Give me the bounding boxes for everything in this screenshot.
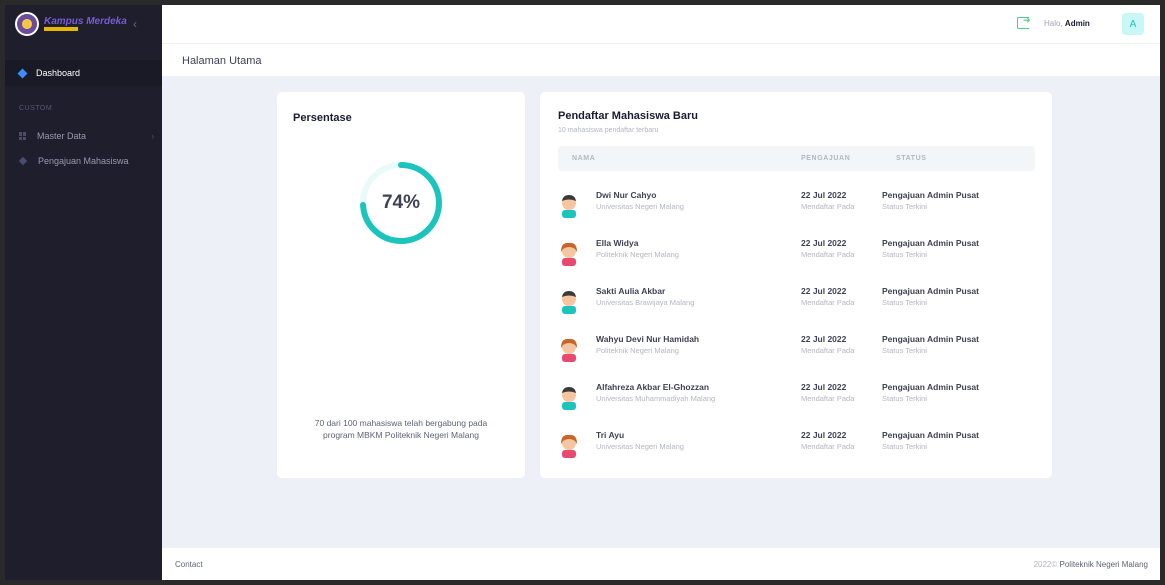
progress-value: 74% (381, 192, 421, 213)
male-avatar-icon (562, 387, 576, 410)
logo-underline (44, 27, 78, 31)
sidebar-item-dashboard[interactable]: Dashboard (5, 60, 162, 86)
date-label: Mendaftar Pada (801, 442, 855, 451)
footer: Contact 2022© Politeknik Negeri Malang (162, 548, 1160, 580)
sidebar-section-caption: CUSTOM (19, 105, 53, 112)
percentage-card: Persentase 74% 70 dari 100 mahasiswa tel… (277, 92, 525, 478)
applicant-university: Universitas Negeri Malang (596, 442, 684, 451)
applicant-university: Universitas Negeri Malang (596, 202, 684, 211)
applicant-university: Universitas Muhammadiyah Malang (596, 394, 716, 403)
card-title: Persentase (293, 112, 352, 124)
male-avatar-icon (562, 195, 576, 218)
collapse-sidebar-icon[interactable]: ‹ (133, 17, 137, 31)
table-row[interactable]: Tri Ayu Universitas Negeri Malang 22 Jul 2… (558, 420, 1035, 468)
column-header-status: STATUS (896, 155, 927, 162)
applicant-date: 22 Jul 2022 (801, 382, 847, 392)
applicant-name[interactable]: Alfahreza Akbar El-Ghozzan (596, 382, 709, 392)
progress-caption: 70 dari 100 mahasiswa telah bergabung pa… (314, 418, 488, 440)
card-title: Pendaftar Mahasiswa Baru (558, 110, 698, 122)
applicant-status: Pengajuan Admin Pusat (882, 382, 979, 392)
table-header: NAMA PENGAJUAN STATUS (558, 146, 1035, 171)
logout-icon[interactable] (1017, 15, 1031, 29)
user-name: Admin (1064, 19, 1090, 28)
campus-emblem-icon (15, 12, 39, 36)
applicant-university: Universitas Brawijaya Malang (596, 298, 695, 307)
brand-logo[interactable]: Kampus Merdeka (5, 5, 162, 43)
contact-link[interactable]: Contact (175, 560, 203, 569)
male-avatar-icon (562, 291, 576, 314)
table-row[interactable]: Alfahreza Akbar El-Ghozzan Universitas Mu… (558, 372, 1035, 420)
top-header: Halo, Admin A (162, 5, 1160, 43)
sidebar-item-label: Master Data (37, 131, 87, 141)
table-row[interactable]: Dwi Nur Cahyo Universitas Negeri Malang 22… (558, 180, 1035, 228)
status-label: Status Terkini (882, 394, 927, 403)
diamond-icon (18, 156, 28, 166)
page-title: Halaman Utama (182, 55, 262, 67)
column-header-pengajuan: PENGAJUAN (801, 155, 851, 162)
female-avatar-icon (561, 434, 577, 458)
applicant-status: Pengajuan Admin Pusat (882, 190, 979, 200)
applicant-university: Politeknik Negeri Malang (596, 346, 679, 355)
applicant-date: 22 Jul 2022 (801, 238, 847, 248)
user-greeting: Halo, Admin (1044, 19, 1090, 28)
logo-text: Kampus Merdeka (44, 16, 127, 27)
sidebar-item-label: Dashboard (36, 68, 81, 78)
applicant-status: Pengajuan Admin Pusat (882, 430, 979, 440)
table-row[interactable]: Sakti Aulia Akbar Universitas Brawijaya M… (558, 276, 1035, 324)
sidebar-item-pengajuan-mahasiswa[interactable]: Pengajuan Mahasiswa (18, 156, 154, 166)
status-label: Status Terkini (882, 346, 927, 355)
status-label: Status Terkini (882, 250, 927, 259)
applicant-date: 22 Jul 2022 (801, 430, 847, 440)
sidebar-item-master-data[interactable]: Master Data › (19, 131, 154, 141)
org-link[interactable]: Politeknik Negeri Malang (1060, 560, 1149, 569)
date-label: Mendaftar Pada (801, 346, 855, 355)
date-label: Mendaftar Pada (801, 250, 855, 259)
avatar[interactable]: A (1122, 13, 1144, 35)
card-subtitle: 10 mahasiswa pendaftar terbaru (558, 127, 659, 134)
new-applicants-card: Pendaftar Mahasiswa Baru 10 mahasiswa pe… (540, 92, 1052, 478)
applicant-name[interactable]: Wahyu Devi Nur Hamidah (596, 334, 699, 344)
status-label: Status Terkini (882, 202, 927, 211)
applicant-status: Pengajuan Admin Pusat (882, 334, 979, 344)
applicant-university: Politeknik Negeri Malang (596, 250, 679, 259)
table-row[interactable]: Wahyu Devi Nur Hamidah Politeknik Negeri … (558, 324, 1035, 372)
applicant-name[interactable]: Tri Ayu (596, 430, 624, 440)
applicant-name[interactable]: Dwi Nur Cahyo (596, 190, 656, 200)
date-label: Mendaftar Pada (801, 394, 855, 403)
applicant-date: 22 Jul 2022 (801, 286, 847, 296)
app-frame: Kampus Merdeka ‹ Dashboard CUSTOM Master… (5, 5, 1160, 580)
applicant-status: Pengajuan Admin Pusat (882, 238, 979, 248)
female-avatar-icon (561, 338, 577, 362)
applicant-name[interactable]: Ella Widya (596, 238, 638, 248)
grid-icon (19, 132, 27, 140)
date-label: Mendaftar Pada (801, 202, 855, 211)
dashboard-icon (17, 68, 28, 78)
applicant-date: 22 Jul 2022 (801, 190, 847, 200)
status-label: Status Terkini (882, 442, 927, 451)
table-row[interactable]: Ella Widya Politeknik Negeri Malang 22 Jul… (558, 228, 1035, 276)
copyright: 2022© Politeknik Negeri Malang (1033, 560, 1149, 569)
applicant-date: 22 Jul 2022 (801, 334, 847, 344)
column-header-nama: NAMA (572, 155, 596, 162)
applicant-status: Pengajuan Admin Pusat (882, 286, 979, 296)
date-label: Mendaftar Pada (801, 298, 855, 307)
sidebar: Kampus Merdeka ‹ Dashboard CUSTOM Master… (5, 5, 162, 580)
chevron-right-icon: › (151, 131, 154, 141)
status-label: Status Terkini (882, 298, 927, 307)
toolbar: Halaman Utama (162, 43, 1160, 76)
female-avatar-icon (561, 242, 577, 266)
sidebar-item-label: Pengajuan Mahasiswa (38, 156, 129, 166)
applicant-name[interactable]: Sakti Aulia Akbar (596, 286, 665, 296)
